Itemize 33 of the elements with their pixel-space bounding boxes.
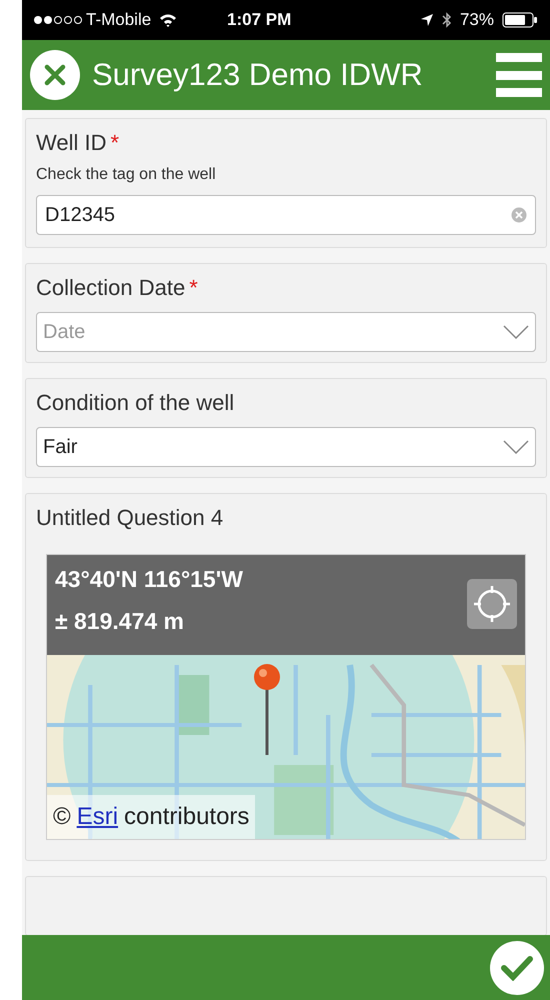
wifi-icon	[159, 13, 178, 27]
question-label: Untitled Question 4	[36, 505, 224, 530]
carrier-name: T-Mobile	[86, 9, 152, 32]
crosshair-icon	[472, 584, 512, 624]
close-button[interactable]	[30, 50, 80, 100]
survey-title: Survey123 Demo IDWR	[92, 56, 423, 94]
attribution-text: contributors	[124, 802, 250, 832]
question-label: Condition of the well	[36, 390, 234, 415]
question-label: Collection Date	[36, 275, 186, 300]
required-marker: *	[189, 275, 198, 300]
bluetooth-icon	[442, 12, 452, 28]
menu-button[interactable]	[496, 53, 542, 97]
input-field[interactable]: D12345	[36, 195, 536, 235]
coordinates-text: 43°40'N 116°15'W	[55, 565, 244, 594]
chevron-down-icon	[503, 440, 529, 454]
signal-icon	[34, 16, 82, 24]
submit-button[interactable]	[490, 940, 544, 994]
location-arrow-icon	[420, 13, 434, 27]
locate-button[interactable]	[467, 579, 517, 629]
dropdown-field[interactable]: Fair	[36, 427, 536, 467]
checkmark-icon	[501, 954, 533, 980]
question-label: Well ID	[36, 130, 106, 155]
question-hint: Check the tag on the well	[36, 165, 217, 185]
battery-percent: 73%	[460, 9, 494, 32]
map-pin-icon	[253, 663, 281, 757]
attribution-link[interactable]: Esri	[76, 799, 118, 835]
close-icon	[44, 64, 66, 86]
accuracy-text: ± 819.474 m	[55, 607, 184, 636]
attribution-text: ©	[53, 802, 71, 832]
chevron-down-icon	[503, 325, 529, 339]
clock-time: 1:07 PM	[227, 9, 292, 32]
required-marker: *	[110, 130, 120, 155]
battery-icon	[502, 12, 538, 28]
